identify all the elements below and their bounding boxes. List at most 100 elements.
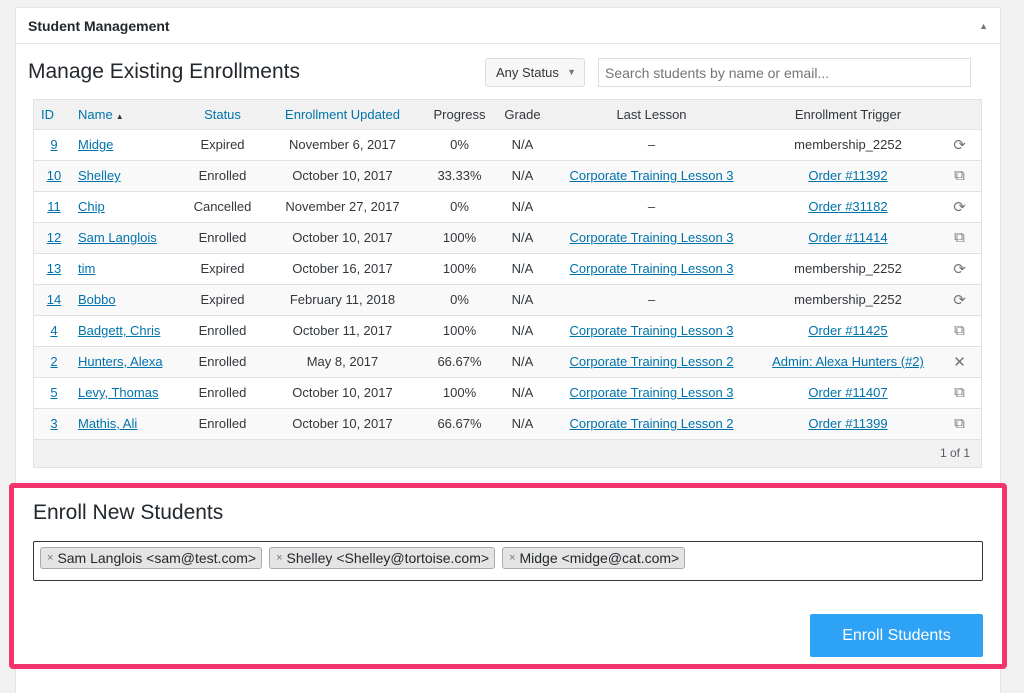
enrollment-trigger-link[interactable]: Order #11414: [808, 230, 887, 245]
selected-student-label: Sam Langlois <sam@test.com>: [57, 550, 257, 566]
last-lesson-link[interactable]: Corporate Training Lesson 3: [569, 230, 733, 245]
external-link-icon[interactable]: ⧉: [954, 322, 965, 339]
sort-ascending-icon: ▲: [115, 111, 124, 121]
table-row: 9 Midge Expired November 6, 2017 0% N/A – membe…: [34, 129, 981, 161]
column-header-trigger: Enrollment Trigger: [758, 100, 938, 130]
student-id-link[interactable]: 2: [50, 354, 57, 369]
last-lesson-link[interactable]: Corporate Training Lesson 3: [569, 323, 733, 338]
cell-grade: N/A: [500, 315, 545, 347]
enroll-section-title: Enroll New Students: [33, 501, 224, 524]
cell-id: 10: [34, 160, 74, 192]
cell-last-lesson: –: [545, 129, 758, 161]
last-lesson-link[interactable]: Corporate Training Lesson 2: [569, 416, 733, 431]
student-name-link[interactable]: Sam Langlois: [78, 230, 157, 245]
cell-progress: 0%: [419, 284, 500, 316]
student-name-link[interactable]: Badgett, Chris: [78, 323, 160, 338]
cell-name: Bobbo: [74, 284, 179, 316]
student-id-link[interactable]: 12: [47, 230, 61, 245]
student-name-link[interactable]: Mathis, Ali: [78, 416, 137, 431]
student-id-link[interactable]: 13: [47, 261, 61, 276]
enrollment-trigger-link[interactable]: Order #11425: [808, 323, 887, 338]
cell-action: ✕: [938, 346, 981, 378]
cell-trigger: membership_2252: [758, 129, 938, 161]
cell-id: 9: [34, 129, 74, 161]
status-filter-select[interactable]: Any Status ▼: [485, 58, 585, 87]
external-link-icon[interactable]: ⧉: [954, 384, 965, 401]
cell-progress: 66.67%: [419, 408, 500, 440]
cell-updated: November 6, 2017: [266, 129, 419, 161]
column-header-status[interactable]: Status: [179, 100, 266, 130]
student-name-link[interactable]: Hunters, Alexa: [78, 354, 163, 369]
student-id-link[interactable]: 11: [47, 199, 61, 214]
remove-tag-icon[interactable]: ×: [276, 552, 282, 564]
student-id-link[interactable]: 10: [47, 168, 61, 183]
column-header-id[interactable]: ID: [34, 100, 74, 130]
student-name-link[interactable]: Shelley: [78, 168, 121, 183]
collapse-toggle-icon[interactable]: ▲: [979, 21, 988, 31]
cell-grade: N/A: [500, 129, 545, 161]
status-filter-value: Any Status: [496, 65, 559, 80]
selected-student-tag: × Sam Langlois <sam@test.com>: [40, 547, 263, 569]
last-lesson-link[interactable]: Corporate Training Lesson 3: [569, 261, 733, 276]
last-lesson-link[interactable]: Corporate Training Lesson 3: [569, 385, 733, 400]
cell-trigger: Order #11399: [758, 408, 938, 440]
student-select-input[interactable]: × Sam Langlois <sam@test.com> × Shelley <S…: [33, 541, 983, 581]
enrollments-table-wrap: ID Name ▲ Status Enrollment Updated Progr…: [33, 99, 982, 468]
cell-name: Sam Langlois: [74, 222, 179, 254]
cell-grade: N/A: [500, 222, 545, 254]
cell-name: Chip: [74, 191, 179, 223]
cell-trigger: membership_2252: [758, 284, 938, 316]
column-header-progress: Progress: [419, 100, 500, 130]
sync-icon[interactable]: ⟳: [953, 291, 966, 309]
selected-student-label: Shelley <Shelley@tortoise.com>: [286, 550, 490, 566]
remove-tag-icon[interactable]: ×: [509, 552, 515, 564]
close-icon[interactable]: ✕: [953, 353, 966, 371]
column-header-name[interactable]: Name ▲: [74, 100, 179, 130]
student-name-link[interactable]: Bobbo: [78, 292, 116, 307]
cell-last-lesson: –: [545, 191, 758, 223]
sync-icon[interactable]: ⟳: [953, 260, 966, 278]
enrollment-trigger-link[interactable]: Order #31182: [808, 199, 887, 214]
external-link-icon[interactable]: ⧉: [954, 229, 965, 246]
enrollment-trigger-link[interactable]: Order #11407: [808, 385, 887, 400]
student-id-link[interactable]: 4: [50, 323, 57, 338]
manage-enrollments-header: Manage Existing Enrollments Any Status ▼: [28, 58, 971, 90]
student-id-link[interactable]: 5: [50, 385, 57, 400]
cell-last-lesson: Corporate Training Lesson 2: [545, 408, 758, 440]
cell-id: 13: [34, 253, 74, 285]
enroll-students-button[interactable]: Enroll Students: [810, 614, 983, 657]
cell-action: ⟳: [938, 253, 981, 285]
panel-title: Student Management: [28, 17, 170, 34]
student-name-link[interactable]: Levy, Thomas: [78, 385, 158, 400]
student-id-link[interactable]: 3: [50, 416, 57, 431]
cell-grade: N/A: [500, 408, 545, 440]
enrollment-trigger-link[interactable]: Order #11392: [808, 168, 887, 183]
student-id-link[interactable]: 9: [50, 137, 57, 152]
cell-updated: October 10, 2017: [266, 222, 419, 254]
last-lesson-link[interactable]: Corporate Training Lesson 3: [569, 168, 733, 183]
enrollment-trigger-link[interactable]: Order #11399: [808, 416, 887, 431]
cell-status: Expired: [179, 129, 266, 161]
cell-updated: October 11, 2017: [266, 315, 419, 347]
enrollment-trigger-link[interactable]: Admin: Alexa Hunters (#2): [772, 354, 924, 369]
pagination-text: 1 of 1: [939, 446, 970, 460]
student-name-link[interactable]: Midge: [78, 137, 113, 152]
cell-progress: 0%: [419, 191, 500, 223]
external-link-icon[interactable]: ⧉: [954, 415, 965, 432]
cell-name: Hunters, Alexa: [74, 346, 179, 378]
table-row: 4 Badgett, Chris Enrolled October 11, 2017 1…: [34, 315, 981, 347]
column-header-updated[interactable]: Enrollment Updated: [266, 100, 419, 130]
student-name-link[interactable]: Chip: [78, 199, 105, 214]
column-header-grade: Grade: [500, 100, 545, 130]
sync-icon[interactable]: ⟳: [953, 198, 966, 216]
last-lesson-link[interactable]: Corporate Training Lesson 2: [569, 354, 733, 369]
student-search-input[interactable]: [598, 58, 971, 87]
sync-icon[interactable]: ⟳: [953, 136, 966, 154]
remove-tag-icon[interactable]: ×: [47, 552, 53, 564]
external-link-icon[interactable]: ⧉: [954, 167, 965, 184]
cell-progress: 66.67%: [419, 346, 500, 378]
table-row: 13 tim Expired October 16, 2017 100% N/A Corpo…: [34, 253, 981, 285]
cell-updated: November 27, 2017: [266, 191, 419, 223]
student-name-link[interactable]: tim: [78, 261, 95, 276]
student-id-link[interactable]: 14: [47, 292, 61, 307]
